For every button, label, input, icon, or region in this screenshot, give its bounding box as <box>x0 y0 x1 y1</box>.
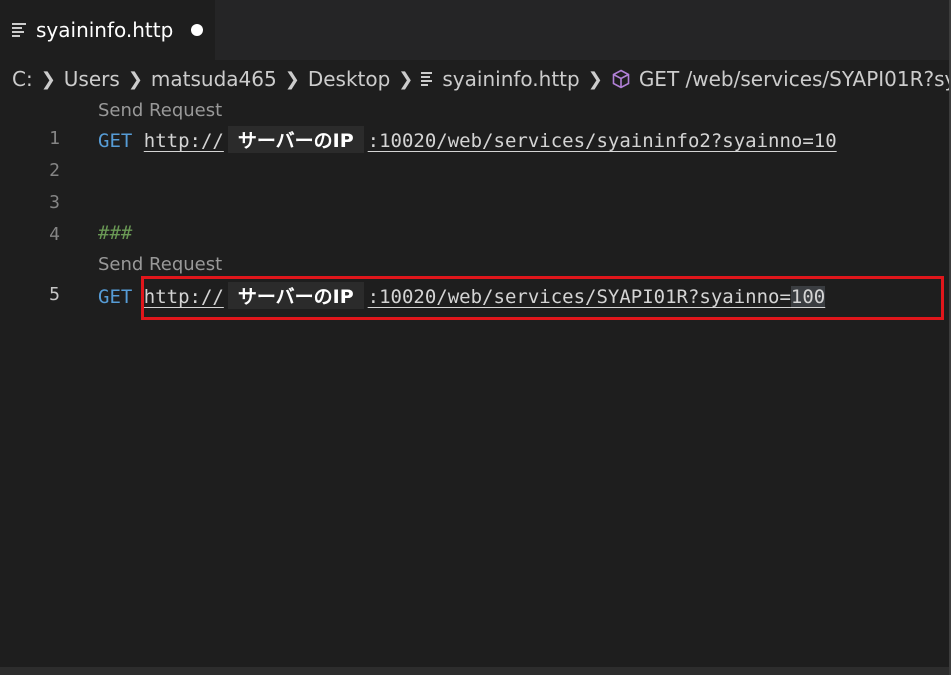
url-prefix: http:// <box>143 130 224 152</box>
request-url[interactable]: http://サーバーのIP:10020/web/services/syaini… <box>143 126 837 153</box>
http-method: GET <box>98 286 133 308</box>
chevron-right-icon: ❯ <box>587 68 603 90</box>
tab-bar: syaininfo.http <box>0 0 951 60</box>
unsaved-dot-icon[interactable] <box>191 24 204 36</box>
bottom-border <box>0 667 951 675</box>
line-number: 1 <box>49 128 60 149</box>
line-number: 4 <box>49 224 60 245</box>
ip-mask-label: サーバーのIP <box>227 126 364 153</box>
breadcrumb-item-file[interactable]: syaininfo.http <box>442 67 579 91</box>
chevron-right-icon: ❯ <box>127 68 143 90</box>
url-suffix: :10020/web/services/syaininfo2?syainno=1… <box>367 130 837 152</box>
http-method: GET <box>98 130 133 152</box>
tab-syaininfo-http[interactable]: syaininfo.http <box>0 0 215 60</box>
line-number: 3 <box>49 192 60 213</box>
breadcrumb-item-drive[interactable]: C: <box>12 67 33 91</box>
file-lines-icon <box>12 23 26 37</box>
tab-title: syaininfo.http <box>36 18 174 42</box>
code-editor[interactable]: Send Request 1 GET http://サーバーのIP:10020/… <box>0 96 951 666</box>
cube-icon <box>611 69 631 89</box>
send-request-link[interactable]: Send Request <box>98 100 222 121</box>
highlight-box <box>141 276 944 320</box>
request-separator[interactable]: ### <box>98 222 132 244</box>
line-number: 5 <box>49 284 60 305</box>
file-lines-icon <box>421 72 433 86</box>
breadcrumb-item-user[interactable]: matsuda465 <box>151 67 277 91</box>
chevron-right-icon: ❯ <box>284 68 300 90</box>
breadcrumb-item-request[interactable]: GET /web/services/SYAPI01R?syainn <box>639 67 951 91</box>
code-line-1[interactable]: GET http://サーバーのIP:10020/web/services/sy… <box>98 126 837 153</box>
breadcrumb-item-users[interactable]: Users <box>64 67 120 91</box>
breadcrumb: C: ❯ Users ❯ matsuda465 ❯ Desktop ❯ syai… <box>12 62 951 96</box>
send-request-link[interactable]: Send Request <box>98 254 222 275</box>
chevron-right-icon: ❯ <box>40 68 56 90</box>
chevron-right-icon: ❯ <box>398 68 414 90</box>
line-number: 2 <box>49 160 60 181</box>
breadcrumb-item-desktop[interactable]: Desktop <box>308 67 390 91</box>
